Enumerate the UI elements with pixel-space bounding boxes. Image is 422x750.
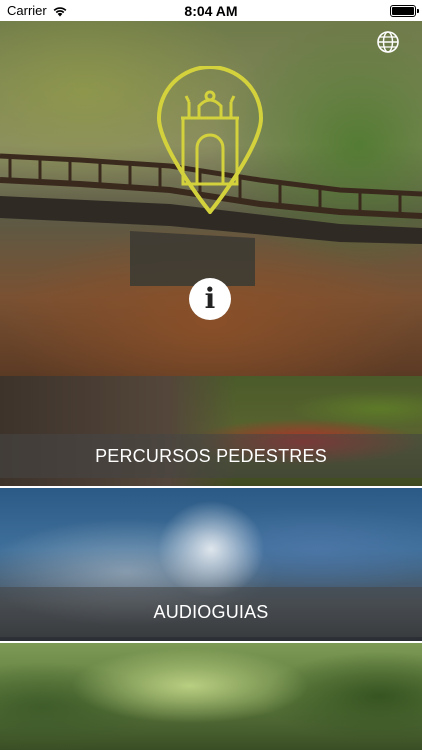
info-button[interactable]: i <box>189 278 231 320</box>
carrier-label: Carrier <box>7 3 47 18</box>
menu-tile-percursos-pedestres[interactable]: PERCURSOS PEDESTRES <box>0 376 422 486</box>
info-icon: i <box>204 282 216 315</box>
status-bar: Carrier 8:04 AM <box>0 0 422 21</box>
map-pin-arch-icon <box>156 66 264 214</box>
menu-tile-audioguias[interactable]: AUDIOGUIAS <box>0 488 422 641</box>
tile-label: AUDIOGUIAS <box>153 601 269 622</box>
tile-label: PERCURSOS PEDESTRES <box>95 445 327 466</box>
status-left: Carrier <box>7 3 68 18</box>
tile-label-band: AUDIOGUIAS <box>0 587 422 637</box>
battery-fill <box>392 6 414 15</box>
menu-tile-third[interactable] <box>0 643 422 750</box>
battery-icon <box>390 4 419 17</box>
tile-label-band: PERCURSOS PEDESTRES <box>0 434 422 478</box>
globe-icon[interactable] <box>376 30 400 54</box>
wifi-icon <box>53 6 67 16</box>
hero-banner: i <box>0 21 422 376</box>
